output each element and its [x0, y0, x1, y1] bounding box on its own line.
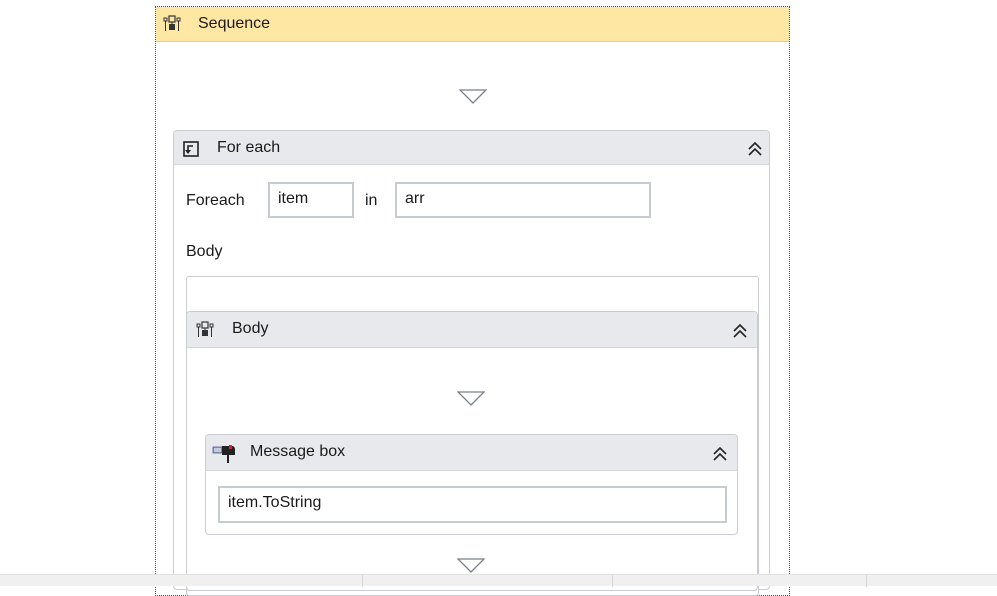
body-sequence-header[interactable]: Body — [187, 312, 757, 348]
foreach-in-label: in — [365, 192, 378, 209]
scrollbar-divider — [866, 575, 867, 587]
sequence-title: Sequence — [198, 15, 271, 32]
chevron-double-up-icon[interactable] — [731, 322, 749, 340]
chevron-double-up-icon[interactable] — [711, 445, 729, 463]
scrollbar-divider — [362, 575, 363, 587]
drop-target-icon[interactable] — [456, 391, 486, 407]
body-label: Body — [186, 243, 223, 260]
chevron-double-up-icon[interactable] — [746, 140, 764, 158]
body-sequence-title: Body — [232, 320, 269, 337]
message-box-activity[interactable]: Message box item.ToString — [205, 434, 738, 535]
foreach-icon — [182, 140, 200, 158]
horizontal-scrollbar[interactable] — [0, 574, 997, 587]
message-box-text-input[interactable]: item.ToString — [218, 486, 727, 523]
foreach-collection-input[interactable]: arr — [395, 182, 651, 218]
scrollbar-divider — [612, 575, 613, 587]
drop-target-icon[interactable] — [458, 89, 488, 105]
message-box-icon — [212, 444, 236, 464]
sequence-icon — [163, 15, 181, 33]
foreach-header[interactable]: For each — [174, 131, 769, 165]
foreach-title: For each — [217, 139, 281, 156]
message-box-title: Message box — [250, 443, 346, 460]
foreach-item-input[interactable]: item — [268, 182, 354, 218]
sequence-icon — [196, 321, 214, 339]
drop-target-icon[interactable] — [457, 558, 485, 574]
foreach-label: Foreach — [186, 192, 245, 209]
message-box-header[interactable]: Message box — [206, 435, 737, 471]
sequence-header[interactable]: Sequence — [156, 7, 789, 42]
